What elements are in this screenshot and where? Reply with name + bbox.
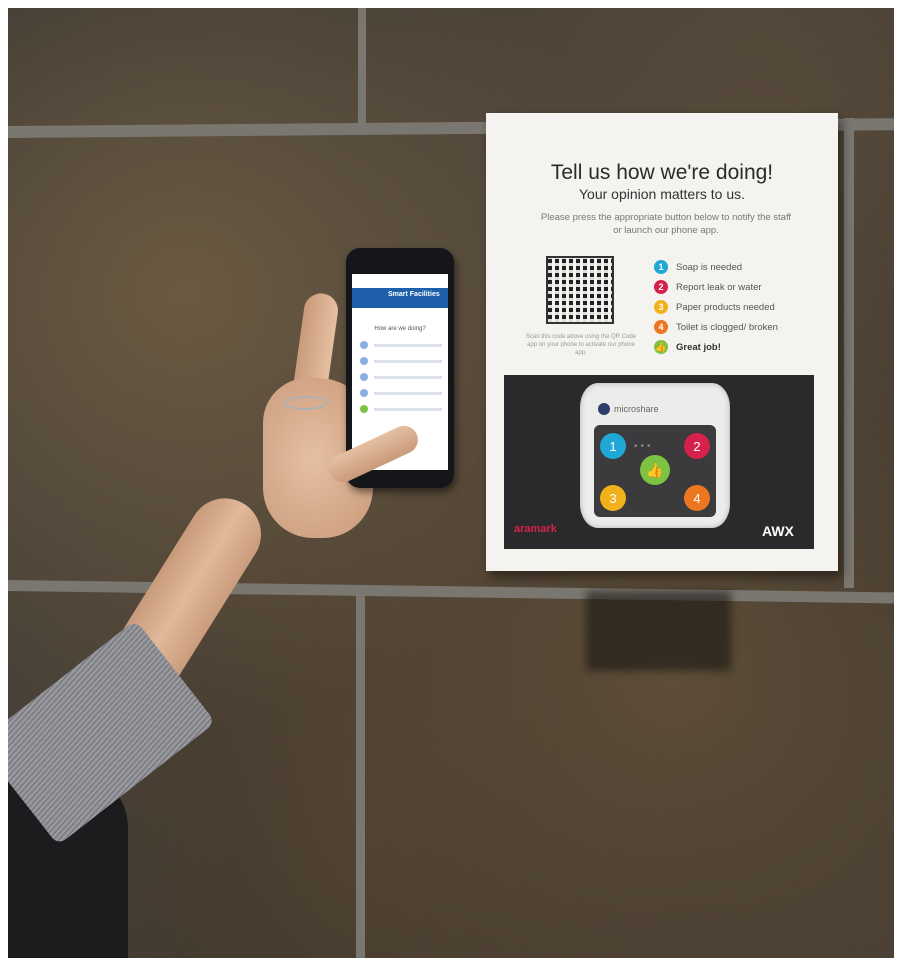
sign-title: Tell us how we're doing!	[550, 161, 774, 184]
device-brand-label: microshare	[614, 404, 659, 414]
device-brand: microshare	[598, 403, 659, 415]
option-number-badge: 3	[654, 300, 668, 314]
device-button-4[interactable]: 4	[684, 485, 710, 511]
sign-option-soap: 1 Soap is needed	[654, 259, 742, 275]
aramark-logo: aramark	[514, 523, 557, 535]
sign-option-paper: 3 Paper products needed	[654, 299, 775, 315]
sign-shadow	[586, 591, 731, 671]
sign-option-leak: 2 Report leak or water	[654, 279, 762, 295]
device-dots: •••	[634, 441, 654, 452]
form-option-row[interactable]	[360, 372, 442, 382]
device-button-3[interactable]: 3	[600, 485, 626, 511]
device-button-2[interactable]: 2	[684, 433, 710, 459]
photo-scene: Tell us how we're doing! Your opinion ma…	[8, 8, 894, 958]
form-option-row[interactable]	[360, 340, 442, 350]
sign-option-great-job: 👍 Great job!	[654, 339, 721, 355]
feedback-device: microshare 1 ••• 2 👍 3 4	[580, 383, 730, 528]
qr-code[interactable]	[546, 256, 614, 324]
sign-option-toilet: 4 Toilet is clogged/ broken	[654, 319, 778, 335]
option-number-badge: 2	[654, 280, 668, 294]
tile-grout	[844, 118, 854, 588]
app-name: Smart Facilities	[388, 291, 440, 298]
device-button-1[interactable]: 1	[600, 433, 626, 459]
form-option-row[interactable]	[360, 388, 442, 398]
tile-grout	[356, 588, 365, 958]
device-button-face: 1 ••• 2 👍 3 4	[594, 425, 716, 517]
device-panel: microshare 1 ••• 2 👍 3 4 aramark AWX	[504, 375, 814, 549]
device-button-thumbs-up[interactable]: 👍	[640, 455, 670, 485]
sign-instructions: Please press the appropriate button belo…	[540, 212, 792, 236]
option-label: Toilet is clogged/ broken	[676, 321, 778, 333]
thumbs-up-icon: 👍	[654, 340, 668, 354]
option-label: Report leak or water	[676, 281, 762, 293]
brand-logo-icon	[598, 403, 610, 415]
awx-logo: AWX	[762, 523, 794, 539]
option-label: Soap is needed	[676, 261, 743, 273]
ring	[284, 396, 328, 410]
option-label: Great job!	[676, 341, 721, 353]
option-number-badge: 4	[654, 320, 668, 334]
option-label: Paper products needed	[676, 301, 775, 313]
form-option-row[interactable]	[360, 356, 442, 366]
sign-subtitle: Your opinion matters to us.	[578, 186, 746, 202]
form-option-row[interactable]	[360, 404, 442, 414]
tile-grout	[358, 8, 366, 126]
option-number-badge: 1	[654, 260, 668, 274]
qr-caption: Scan this code above using the QR Code a…	[525, 334, 637, 356]
feedback-sign: Tell us how we're doing! Your opinion ma…	[486, 113, 838, 571]
form-title: How are we doing?	[374, 326, 426, 332]
